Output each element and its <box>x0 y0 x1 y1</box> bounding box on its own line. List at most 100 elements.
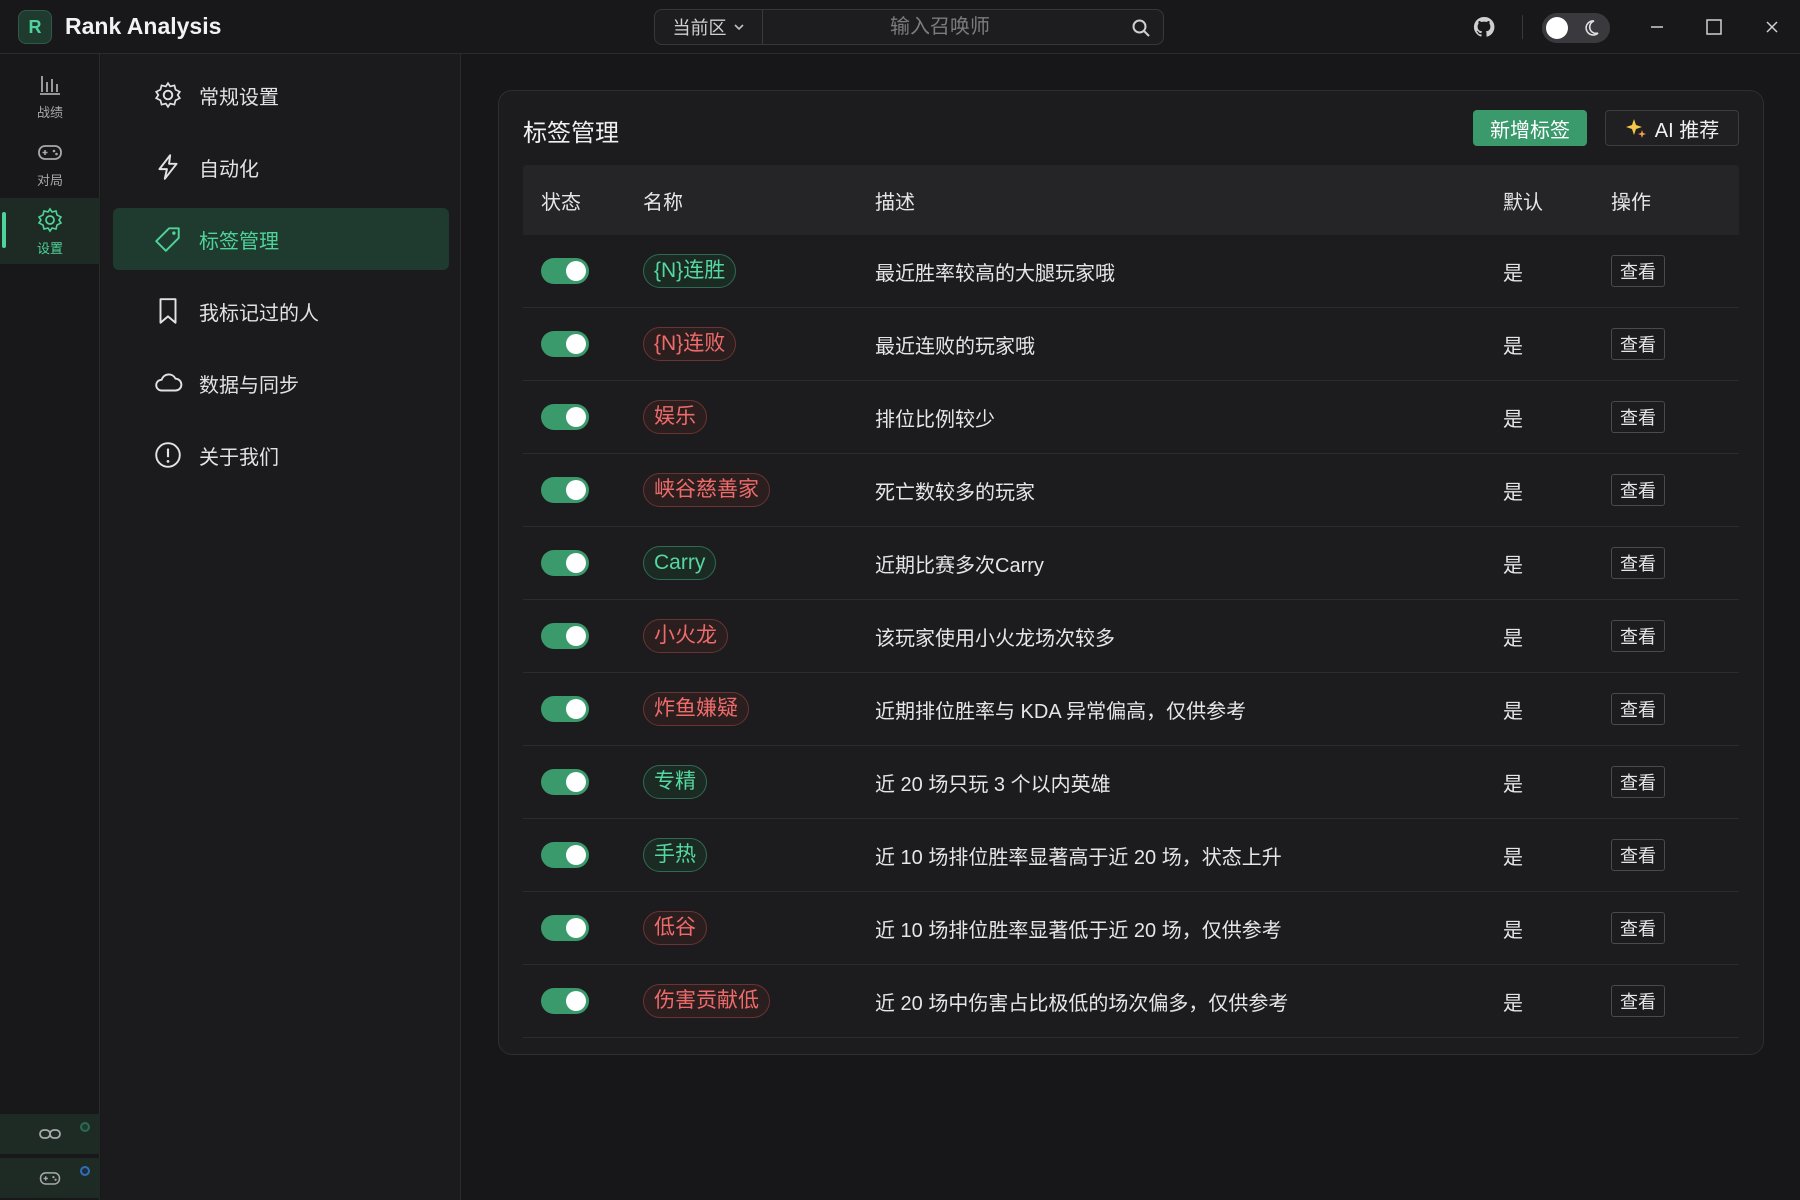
view-button[interactable]: 查看 <box>1611 255 1665 287</box>
name-cell: 娱乐 <box>643 400 875 434</box>
action-cell: 查看 <box>1611 328 1739 360</box>
close-icon[interactable] <box>1760 15 1784 39</box>
rail-game-status[interactable] <box>0 1158 100 1198</box>
description-cell: 最近胜率较高的大腿玩家哦 <box>875 262 1115 285</box>
status-cell <box>523 404 643 430</box>
name-cell: 手热 <box>643 838 875 872</box>
page-title: 标签管理 <box>523 120 619 147</box>
enable-switch[interactable] <box>541 915 589 941</box>
view-button[interactable]: 查看 <box>1611 985 1665 1017</box>
view-button[interactable]: 查看 <box>1611 839 1665 871</box>
name-cell: 炸鱼嫌疑 <box>643 692 875 726</box>
enable-switch[interactable] <box>541 404 589 430</box>
name-cell: {N}连败 <box>643 327 875 361</box>
table-row: 伤害贡献低 近 20 场中伤害占比极低的场次偏多，仅供参考 是 查看 <box>523 965 1739 1038</box>
rail-item-stats[interactable]: 战绩 <box>0 62 100 128</box>
switch-knob <box>566 699 586 719</box>
theme-toggle[interactable] <box>1542 13 1610 43</box>
default-cell: 是 <box>1503 481 1523 504</box>
github-icon[interactable] <box>1472 15 1496 39</box>
status-cell <box>523 915 643 941</box>
name-cell: 低谷 <box>643 911 875 945</box>
view-button[interactable]: 查看 <box>1611 401 1665 433</box>
enable-switch[interactable] <box>541 842 589 868</box>
minimize-icon[interactable] <box>1645 15 1669 39</box>
action-cell: 查看 <box>1611 839 1739 871</box>
menu-item-marked-players[interactable]: 我标记过的人 <box>113 280 449 342</box>
ai-recommend-label: AI 推荐 <box>1654 119 1720 142</box>
region-select[interactable]: 当前区 <box>655 10 763 44</box>
description-cell: 近 20 场中伤害占比极低的场次偏多，仅供参考 <box>875 992 1289 1015</box>
enable-switch[interactable] <box>541 769 589 795</box>
table-row: {N}连胜 最近胜率较高的大腿玩家哦 是 查看 <box>523 235 1739 308</box>
rail-item-match[interactable]: 对局 <box>0 130 100 196</box>
menu-item-general[interactable]: 常规设置 <box>113 64 449 126</box>
enable-switch[interactable] <box>541 331 589 357</box>
default-cell: 是 <box>1503 262 1523 285</box>
enable-switch[interactable] <box>541 623 589 649</box>
enable-switch[interactable] <box>541 550 589 576</box>
icon-rail: 战绩 对局 设置 <box>0 54 100 1200</box>
tag-badge: 炸鱼嫌疑 <box>643 692 749 726</box>
switch-knob <box>566 626 586 646</box>
view-button[interactable]: 查看 <box>1611 766 1665 798</box>
view-button[interactable]: 查看 <box>1611 693 1665 725</box>
bookmark-icon <box>159 298 177 324</box>
maximize-icon[interactable] <box>1702 15 1726 39</box>
menu-item-automation[interactable]: 自动化 <box>113 136 449 198</box>
action-cell: 查看 <box>1611 766 1739 798</box>
name-cell: Carry <box>643 546 875 580</box>
tag-badge: 低谷 <box>643 911 707 945</box>
sparkle-icon <box>1625 119 1646 138</box>
search-icon[interactable] <box>1131 18 1151 38</box>
rail-link-status[interactable] <box>0 1114 100 1154</box>
switch-knob <box>566 480 586 500</box>
table-body: {N}连胜 最近胜率较高的大腿玩家哦是查看 {N}连败 最近连败的玩家哦是查看 娱乐 排位… <box>523 235 1739 1038</box>
ai-recommend-button[interactable]: AI 推荐 <box>1605 110 1739 146</box>
name-cell: 小火龙 <box>643 619 875 653</box>
table-row: 炸鱼嫌疑 近期排位胜率与 KDA 异常偏高，仅供参考 是 查看 <box>523 673 1739 746</box>
tag-badge: 手热 <box>643 838 707 872</box>
add-tag-button[interactable]: 新增标签 <box>1473 110 1587 146</box>
info-icon <box>155 442 181 468</box>
switch-knob <box>566 407 586 427</box>
rail-item-label: 设置 <box>36 240 63 256</box>
enable-switch[interactable] <box>541 258 589 284</box>
menu-item-data-sync[interactable]: 数据与同步 <box>113 352 449 414</box>
enable-switch[interactable] <box>541 477 589 503</box>
view-button[interactable]: 查看 <box>1611 328 1665 360</box>
tag-badge: 峡谷慈善家 <box>643 473 770 507</box>
description-cell: 排位比例较少 <box>875 408 995 431</box>
table-row: 小火龙 该玩家使用小火龙场次较多 是 查看 <box>523 600 1739 673</box>
switch-knob <box>566 261 586 281</box>
description-cell: 近期比赛多次Carry <box>875 554 1044 577</box>
menu-item-about[interactable]: 关于我们 <box>113 424 449 486</box>
summoner-search-input[interactable] <box>765 10 1115 44</box>
action-cell: 查看 <box>1611 255 1739 287</box>
menu-item-tag-management[interactable]: 标签管理 <box>113 208 449 270</box>
view-button[interactable]: 查看 <box>1611 620 1665 652</box>
description-cell: 最近连败的玩家哦 <box>875 335 1035 358</box>
default-cell: 是 <box>1503 773 1523 796</box>
tag-badge: 伤害贡献低 <box>643 984 770 1018</box>
action-cell: 查看 <box>1611 474 1739 506</box>
description-cell: 近期排位胜率与 KDA 异常偏高，仅供参考 <box>875 700 1247 723</box>
menu-item-label: 数据与同步 <box>199 374 299 397</box>
view-button[interactable]: 查看 <box>1611 474 1665 506</box>
table-row: 专精 近 20 场只玩 3 个以内英雄 是 查看 <box>523 746 1739 819</box>
rail-item-settings[interactable]: 设置 <box>0 198 100 264</box>
default-cell: 是 <box>1503 846 1523 869</box>
tag-icon <box>155 227 180 252</box>
enable-switch[interactable] <box>541 988 589 1014</box>
view-button[interactable]: 查看 <box>1611 547 1665 579</box>
action-cell: 查看 <box>1611 620 1739 652</box>
status-cell <box>523 623 643 649</box>
enable-switch[interactable] <box>541 696 589 722</box>
titlebar-divider <box>1522 15 1523 39</box>
tag-badge: 小火龙 <box>643 619 728 653</box>
view-button[interactable]: 查看 <box>1611 912 1665 944</box>
region-select-label: 当前区 <box>672 18 727 38</box>
action-cell: 查看 <box>1611 401 1739 433</box>
app-logo: R <box>18 10 52 44</box>
default-cell: 是 <box>1503 919 1523 942</box>
